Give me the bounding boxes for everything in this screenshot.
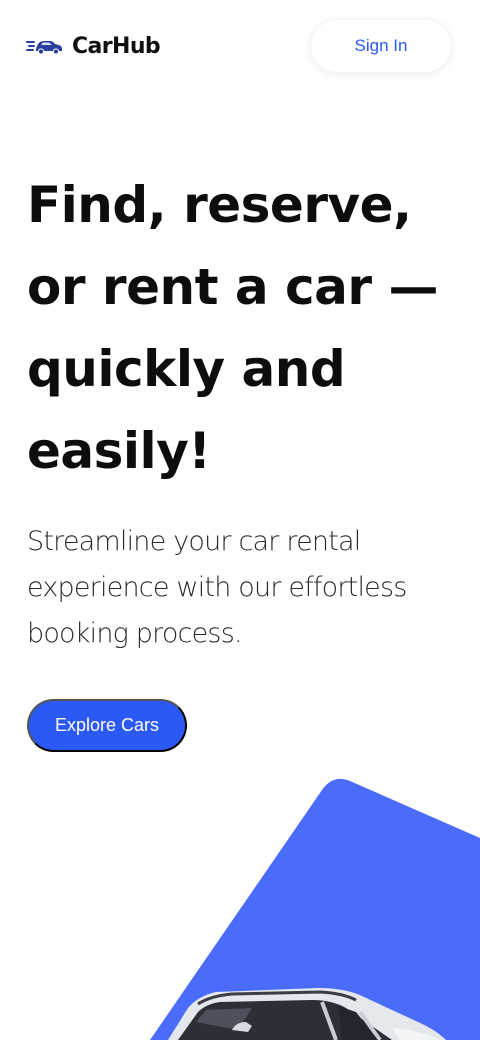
hero-title-line: quickly and [27,340,346,398]
hero-subtitle-line: booking process. [27,618,243,649]
explore-cars-button[interactable]: Explore Cars [27,699,187,752]
hero-title-line: or rent a car — [27,258,438,316]
hero-graphic [150,778,480,1040]
hero-title-line: Find, reserve, [27,176,412,234]
brand-logo[interactable]: CarHub [26,30,161,62]
hero-subtitle: Streamline your car rental experience wi… [27,519,467,657]
hero-subtitle-line: Streamline your car rental [27,526,361,557]
hero-subtitle-line: experience with our effortless [27,572,407,603]
navbar: CarHub Sign In [0,0,480,92]
car-icon [26,41,62,55]
hero-title: Find, reserve, or rent a car — quickly a… [27,164,467,492]
brand-name: CarHub [72,33,161,59]
hero-title-line: easily! [27,422,211,480]
sign-in-button[interactable]: Sign In [310,19,452,73]
landing-page: CarHub Sign In Find, reserve, or rent a … [0,0,480,1040]
